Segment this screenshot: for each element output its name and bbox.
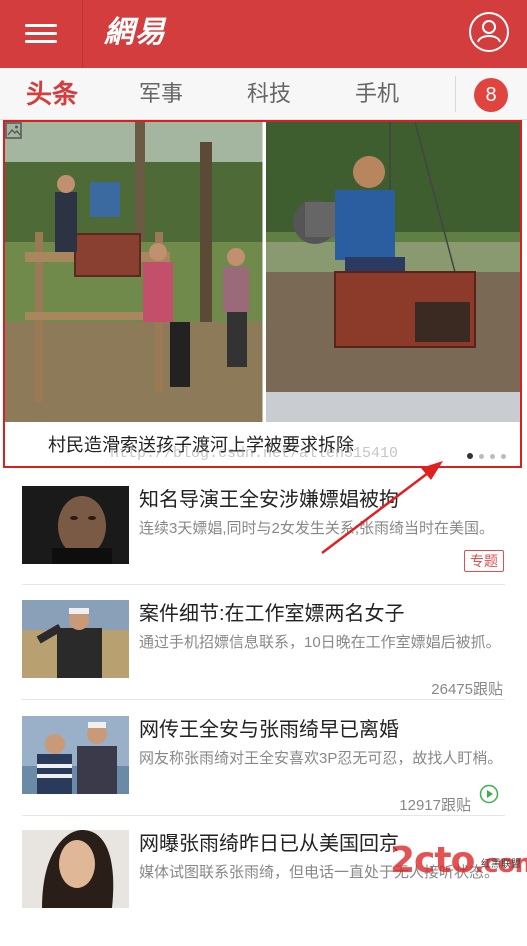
image-gallery-icon <box>5 122 22 139</box>
carousel-photos <box>5 122 520 422</box>
video-play-icon[interactable] <box>479 784 499 804</box>
news-thumbnail <box>22 716 129 794</box>
news-thumbnail <box>22 486 129 564</box>
site-watermark-subtitle: 红黑联盟 <box>481 859 521 870</box>
tab-technology[interactable]: 科技 <box>247 68 291 120</box>
news-digest: 通过手机招嫖信息联系，10日晚在工作室嫖娼后被抓。 <box>139 634 501 651</box>
tabs-divider <box>455 76 456 112</box>
news-digest: 连续3天嫖娼,同时与2女发生关系;张雨绮当时在美国。 <box>139 520 495 537</box>
watermark-logo-main: 2cto <box>390 840 475 881</box>
blog-watermark: http://blog.csdn.net/allen315410 <box>110 445 399 462</box>
topbar-divider <box>82 0 83 68</box>
headline-carousel[interactable]: 村民造滑索送孩子渡河上学被要求拆除 <box>3 120 522 468</box>
carousel-page-indicator <box>467 446 512 464</box>
channel-tabs: 头条 军事 科技 手机 8 <box>0 68 527 120</box>
hamburger-menu-icon[interactable] <box>0 0 82 68</box>
app-logo: 網易 <box>104 15 166 50</box>
carousel-dot <box>479 454 484 459</box>
news-thumbnail <box>22 830 129 908</box>
channel-count-badge[interactable]: 8 <box>474 78 508 112</box>
user-profile-icon[interactable] <box>469 12 509 52</box>
news-title: 网曝张雨绮昨日已从美国回京 <box>139 833 399 855</box>
list-divider <box>22 815 505 816</box>
news-digest: 网友称张雨绮对王全安喜欢3P忍无可忍，故找人盯梢。 <box>139 750 503 767</box>
news-title: 网传王全安与张雨绮早已离婚 <box>139 719 399 741</box>
carousel-photo-right <box>266 122 520 422</box>
carousel-dot <box>501 454 506 459</box>
carousel-dot-active <box>467 453 473 459</box>
list-divider <box>22 699 505 700</box>
tab-headlines[interactable]: 头条 <box>26 68 78 120</box>
news-title: 知名导演王全安涉嫌嫖娼被拘 <box>139 489 399 511</box>
news-thumbnail <box>22 600 129 678</box>
special-topic-badge: 专题 <box>464 550 504 572</box>
carousel-dot <box>490 454 495 459</box>
tab-military[interactable]: 军事 <box>139 68 183 120</box>
tab-mobile[interactable]: 手机 <box>355 68 399 120</box>
list-divider <box>22 584 505 585</box>
news-title: 案件细节:在工作室嫖两名女子 <box>139 603 405 625</box>
carousel-photo-left <box>5 122 263 422</box>
top-bar: 網易 <box>0 0 527 68</box>
